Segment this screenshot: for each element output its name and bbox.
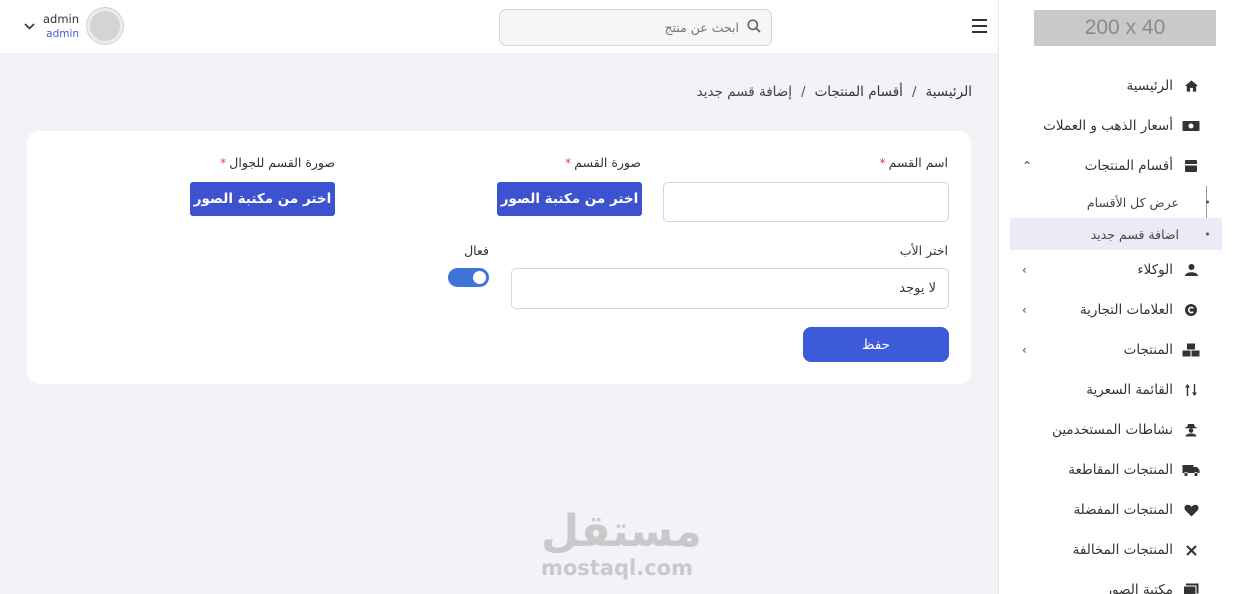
user-menu[interactable]: admin admin xyxy=(24,8,124,44)
watermark-arabic: مستقل xyxy=(541,506,702,557)
logo-placeholder: 200 x 40 xyxy=(1034,10,1216,46)
sidebar-item-label: المنتجات المخالفة xyxy=(1072,542,1173,558)
hamburger-line xyxy=(972,25,987,27)
truck-icon xyxy=(1181,463,1201,477)
sidebar-item-home[interactable]: الرئيسية xyxy=(998,66,1234,106)
mobile-image-library-button[interactable]: اختر من مكتبة الصور xyxy=(190,182,335,216)
sidebar-item-label: الرئيسية xyxy=(1126,78,1174,94)
copyright-icon xyxy=(1181,303,1201,317)
search-box xyxy=(499,9,772,46)
sidebar-nav: الرئيسية أسعار الذهب و العملات أقسام الم… xyxy=(998,66,1234,594)
search-icon[interactable] xyxy=(747,18,761,37)
users-icon xyxy=(1181,263,1201,277)
breadcrumb: الرئيسية / أقسام المنتجات / إضافة قسم جد… xyxy=(697,84,972,100)
section-name-label: اسم القسم* xyxy=(879,155,948,170)
sidebar-item-brands[interactable]: العلامات التجارية › xyxy=(998,290,1234,330)
watermark-latin: mostaql.com xyxy=(541,556,693,580)
sidebar-item-label: المنتجات xyxy=(1123,342,1173,358)
required-mark: * xyxy=(220,155,227,170)
section-name-input[interactable] xyxy=(663,182,949,222)
sidebar-item-agents[interactable]: الوكلاء › xyxy=(998,250,1234,290)
sidebar-item-label: أقسام المنتجات xyxy=(1084,158,1173,174)
sidebar-item-label: أسعار الذهب و العملات xyxy=(1043,118,1173,134)
home-icon xyxy=(1181,79,1201,93)
required-mark: * xyxy=(565,155,572,170)
hamburger-line xyxy=(972,19,987,21)
sidebar-subitem-label: عرض كل الأقسام xyxy=(1086,194,1179,210)
sidebar-item-boycotted-products[interactable]: المنتجات المقاطعة xyxy=(998,450,1234,490)
chevron-right-icon: › xyxy=(1022,263,1027,277)
parent-select[interactable]: لا يوجد xyxy=(511,268,949,309)
breadcrumb-separator: / xyxy=(911,84,917,100)
sidebar-item-user-activities[interactable]: نشاطات المستخدمين xyxy=(998,410,1234,450)
sidebar-item-label: الوكلاء xyxy=(1137,262,1173,278)
breadcrumb-current: إضافة قسم جديد xyxy=(696,84,792,100)
money-icon xyxy=(1181,120,1201,132)
sidebar-item-label: نشاطات المستخدمين xyxy=(1052,422,1173,438)
sidebar-item-price-list[interactable]: القائمة السعرية xyxy=(998,370,1234,410)
sidebar-item-label: العلامات التجارية xyxy=(1079,302,1173,318)
mobile-image-label: صورة القسم للجوال* xyxy=(220,155,335,170)
mobile-image-label-text: صورة القسم للجوال xyxy=(229,155,335,170)
section-image-library-button[interactable]: اختر من مكتبة الصور xyxy=(497,182,642,216)
parent-select-label: اختر الأب xyxy=(899,243,948,258)
sidebar-item-label: القائمة السعرية xyxy=(1086,382,1173,398)
breadcrumb-home[interactable]: الرئيسية xyxy=(926,84,973,100)
box-icon xyxy=(1181,159,1201,173)
boxes-icon xyxy=(1181,343,1201,357)
sidebar-item-favorite-products[interactable]: المنتجات المفضلة xyxy=(998,490,1234,530)
section-image-label: صورة القسم* xyxy=(565,155,641,170)
user-name: admin xyxy=(43,11,80,26)
sidebar-item-violating-products[interactable]: المنتجات المخالفة xyxy=(998,530,1234,570)
breadcrumb-section[interactable]: أقسام المنتجات xyxy=(815,84,903,100)
parent-select-value: لا يوجد xyxy=(899,281,936,296)
required-mark: * xyxy=(879,155,886,170)
user-secret-icon xyxy=(1181,423,1201,437)
active-label: فعال xyxy=(464,243,489,258)
user-role: admin xyxy=(46,27,80,40)
active-toggle[interactable] xyxy=(448,268,489,287)
sidebar-subitem-label: اضافة قسم جديد xyxy=(1090,226,1179,242)
sidebar-subitem-all-sections[interactable]: عرض كل الأقسام xyxy=(998,186,1234,218)
sidebar-item-product-sections[interactable]: أقسام المنتجات ⌃ xyxy=(998,146,1234,186)
menu-toggle-button[interactable] xyxy=(972,19,987,33)
chevron-right-icon: › xyxy=(1022,343,1027,357)
sidebar: 200 x 40 الرئيسية أسعار الذهب و العملات … xyxy=(998,0,1234,594)
sidebar-item-image-library[interactable]: مكتبة الصور xyxy=(998,570,1234,594)
breadcrumb-separator: / xyxy=(801,84,806,100)
add-section-form: اسم القسم* صورة القسم* اختر من مكتبة الص… xyxy=(27,131,971,384)
sort-icon xyxy=(1181,383,1201,397)
sidebar-item-label: مكتبة الصور xyxy=(1105,582,1173,594)
watermark: مستقل mostaql.com xyxy=(541,506,702,580)
avatar[interactable] xyxy=(87,8,124,44)
bullet-icon xyxy=(1206,232,1209,236)
chevron-down-icon xyxy=(24,20,35,33)
times-icon xyxy=(1181,544,1201,556)
submenu-product-sections: عرض كل الأقسام اضافة قسم جديد xyxy=(998,186,1234,250)
save-button[interactable]: حفظ xyxy=(803,327,949,362)
topbar: admin admin xyxy=(0,0,998,53)
sidebar-subitem-add-section[interactable]: اضافة قسم جديد xyxy=(1010,218,1222,250)
chevron-up-icon: ⌃ xyxy=(1022,159,1033,173)
heart-icon xyxy=(1181,504,1201,517)
sidebar-item-label: المنتجات المقاطعة xyxy=(1068,462,1173,478)
sidebar-item-products[interactable]: المنتجات › xyxy=(998,330,1234,370)
bullet-icon xyxy=(1206,200,1209,204)
images-icon xyxy=(1181,583,1201,594)
hamburger-line xyxy=(972,31,987,33)
user-info: admin admin xyxy=(43,12,79,41)
sidebar-item-label: المنتجات المفضلة xyxy=(1073,502,1173,518)
sidebar-item-gold-prices[interactable]: أسعار الذهب و العملات xyxy=(998,106,1234,146)
section-image-label-text: صورة القسم xyxy=(574,155,641,170)
toggle-knob xyxy=(473,271,486,284)
search-input[interactable] xyxy=(539,20,739,35)
section-name-label-text: اسم القسم xyxy=(888,155,948,170)
chevron-right-icon: › xyxy=(1022,303,1027,317)
